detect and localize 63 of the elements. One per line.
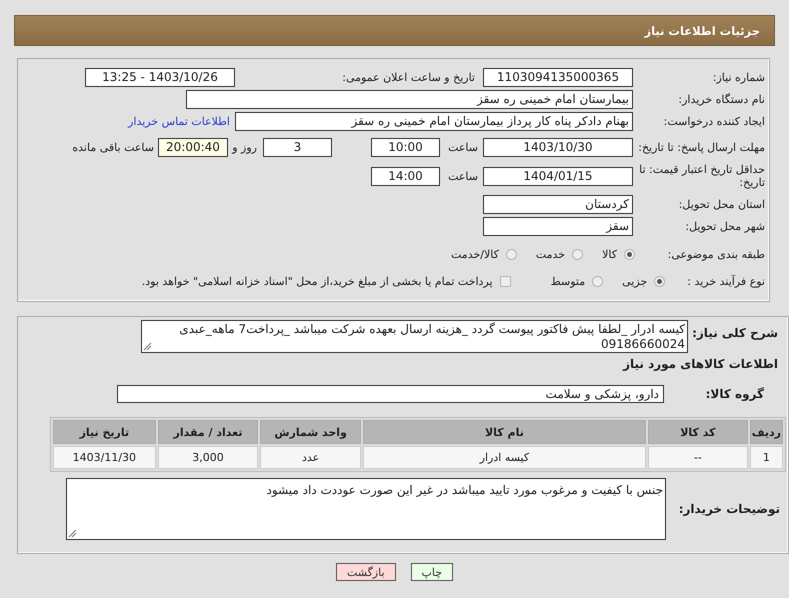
resize-handle-icon[interactable] bbox=[68, 529, 77, 538]
checkbox[interactable] bbox=[500, 276, 511, 286]
back-button[interactable]: بازگشت bbox=[336, 563, 396, 581]
readonly-field: 1403/10/30 bbox=[483, 138, 633, 156]
print-button[interactable]: چاپ bbox=[410, 563, 454, 581]
field-label: شماره نیاز: bbox=[712, 71, 766, 84]
field-label: کالا bbox=[602, 248, 617, 260]
table-cell: 1403/11/30 bbox=[53, 446, 156, 469]
field-label: مهلت ارسال پاسخ: تا تاریخ: bbox=[638, 140, 766, 154]
readonly-field: سقز bbox=[483, 217, 633, 236]
field-label: کالا/خدمت bbox=[451, 248, 499, 260]
radio-button[interactable] bbox=[506, 248, 517, 260]
field-label: خدمت bbox=[536, 248, 566, 260]
page-title-bar: جزئیات اطلاعات نیاز bbox=[14, 15, 775, 46]
field-label: نوع فرآیند خرید : bbox=[687, 274, 766, 288]
readonly-field: بیمارستان امام خمینی ره سقز bbox=[186, 90, 633, 109]
readonly-field: کردستان bbox=[483, 195, 633, 214]
description-field: کیسه ادرار _لطفا پیش فاکتور پیوست گردد _هزینه ارسال بعهده شرکت میباشد _پرداخت7 ماهه_عبدی 09186660024 bbox=[141, 320, 688, 353]
column-header: کد کالا bbox=[648, 420, 748, 444]
field-label: روز و bbox=[230, 140, 258, 154]
readonly-field: 1404/01/15 bbox=[483, 166, 633, 186]
readonly-field: 14:00 bbox=[371, 166, 440, 186]
field-label: ساعت bbox=[447, 140, 479, 154]
column-header: واحد شمارش bbox=[260, 420, 361, 444]
field-label: حداقل تاریخ اعتبار قیمت: تا تاریخ: bbox=[638, 163, 766, 189]
readonly-field: 1403/10/26 - 13:25 bbox=[85, 68, 235, 87]
column-header: نام کالا bbox=[362, 420, 646, 444]
readonly-field: 20:00:40 bbox=[158, 138, 228, 156]
readonly-field: دارو، پزشکی و سلامت bbox=[117, 385, 664, 403]
field-label: ساعت باقی مانده bbox=[72, 140, 155, 154]
column-header: تعداد / مقدار bbox=[158, 420, 258, 444]
section-title: اطلاعات کالاهای مورد نیاز bbox=[622, 357, 779, 371]
radio-button[interactable] bbox=[572, 248, 584, 260]
field-label: استان محل تحویل: bbox=[678, 198, 766, 211]
field-label: نام دستگاه خریدار: bbox=[677, 93, 766, 106]
radio-button[interactable] bbox=[654, 276, 666, 286]
field-label: گروه کالا: bbox=[704, 387, 765, 401]
readonly-field: بهنام دادکر پناه کار پرداز بیمارستان امام خمینی ره سقز bbox=[235, 112, 633, 131]
table-cell: کیسه ادرار bbox=[362, 446, 646, 469]
field-label: توضیحات خریدار: bbox=[678, 502, 781, 516]
field-label: جزیی bbox=[622, 274, 648, 288]
field-label: ایجاد کننده درخواست: bbox=[662, 115, 766, 128]
radio-button[interactable] bbox=[624, 248, 635, 260]
table-cell: 3,000 bbox=[158, 446, 258, 469]
field-label: متوسط bbox=[550, 274, 586, 288]
field-label: پرداخت تمام یا بخشی از مبلغ خرید،از محل "اسناد خزانه اسلامی" خواهد بود. bbox=[142, 274, 493, 288]
notes-field: جنس با کیفیت و مرغوب مورد تایید میباشد در غیر این صورت عوددت داد میشود bbox=[66, 478, 666, 540]
readonly-field: 10:00 bbox=[371, 138, 440, 156]
column-header: ردیف bbox=[750, 420, 783, 444]
radio-button[interactable] bbox=[592, 276, 604, 286]
table-cell: -- bbox=[648, 446, 748, 469]
field-label: شرح کلی نیاز: bbox=[691, 325, 779, 340]
field-label: طبقه بندی موضوعی: bbox=[666, 248, 766, 260]
field-label: ساعت bbox=[447, 170, 479, 182]
readonly-field: 1103094135000365 bbox=[483, 68, 633, 87]
readonly-field: 3 bbox=[263, 138, 332, 156]
contact-link[interactable]: اطلاعات تماس خریدار bbox=[128, 115, 230, 128]
table-cell: عدد bbox=[260, 446, 361, 469]
resize-handle-icon[interactable] bbox=[143, 342, 152, 351]
field-label: تاریخ و ساعت اعلان عمومی: bbox=[341, 71, 476, 84]
field-label: شهر محل تحویل: bbox=[684, 220, 766, 233]
table-cell: 1 bbox=[750, 446, 783, 469]
column-header: تاریخ نیاز bbox=[53, 420, 156, 444]
